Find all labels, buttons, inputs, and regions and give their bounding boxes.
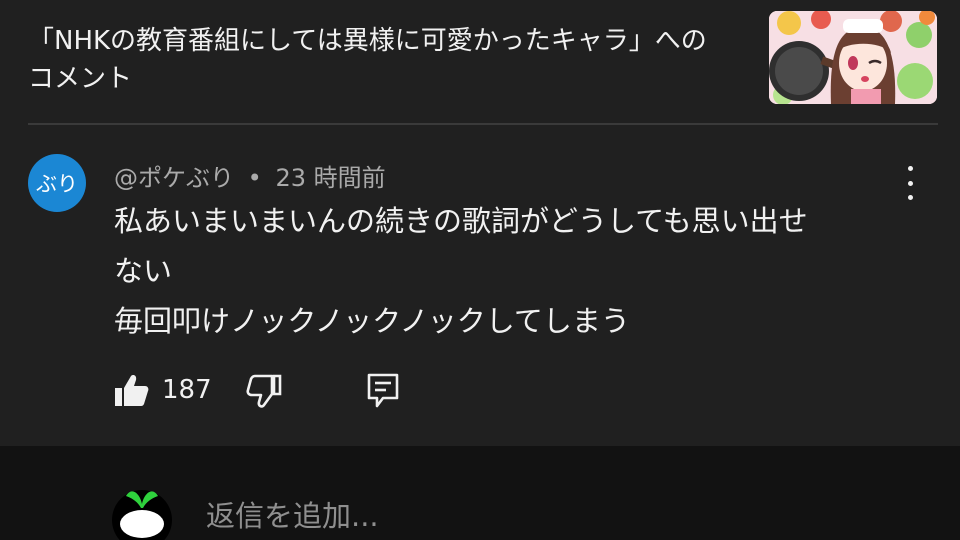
- comment-page: 「NHKの教育番組にしては異様に可愛かったキャラ」への コメント ぶり @ポケぶ…: [0, 0, 960, 540]
- radish-avatar-icon: [112, 490, 172, 540]
- comment-actions: 187: [0, 366, 960, 416]
- avatar-text: ぶり: [36, 172, 78, 196]
- title-line-1: 「NHKの教育番組にしては異様に可愛かったキャラ」への: [28, 26, 707, 56]
- comment-author[interactable]: @ポケぶり: [114, 164, 234, 192]
- thumbs-down-icon: [246, 374, 282, 408]
- anime-girl-cooking-thumbnail-icon: [769, 11, 937, 104]
- like-button[interactable]: [114, 372, 150, 408]
- reply-bar: 返信を追加...: [0, 446, 960, 540]
- video-thumbnail[interactable]: [769, 11, 937, 104]
- title-line-2: コメント: [28, 64, 133, 94]
- reply-icon: [367, 373, 399, 408]
- more-vertical-icon-dot: [907, 195, 913, 200]
- reply-input[interactable]: 返信を追加...: [206, 496, 806, 536]
- reply-button[interactable]: [366, 372, 400, 410]
- meta-separator: •: [247, 164, 262, 192]
- like-count: 187: [162, 375, 212, 405]
- commenter-avatar[interactable]: ぶり: [28, 154, 86, 212]
- more-options-button[interactable]: [896, 166, 924, 200]
- thumbs-up-icon: [115, 375, 149, 406]
- comment-header: 「NHKの教育番組にしては異様に可愛かったキャラ」への コメント: [0, 0, 960, 125]
- more-vertical-icon-dot: [907, 180, 913, 186]
- header-divider: [28, 123, 938, 125]
- comment-line: ない: [114, 254, 173, 288]
- comment-time: 23 時間前: [275, 164, 386, 192]
- current-user-avatar[interactable]: [112, 486, 172, 540]
- page-title: 「NHKの教育番組にしては異様に可愛かったキャラ」への コメント: [28, 22, 748, 98]
- comment-meta: @ポケぶり • 23 時間前: [114, 158, 386, 193]
- comment-text: 私あいまいまいんの続きの歌詞がどうしても思い出せ ない 毎回叩けノックノックノッ…: [114, 196, 894, 346]
- more-vertical-icon: [907, 166, 913, 171]
- dislike-button[interactable]: [246, 374, 282, 410]
- comment-line: 毎回叩けノックノックノックしてしまう: [114, 304, 630, 338]
- comment-line: 私あいまいまいんの続きの歌詞がどうしても思い出せ: [114, 204, 808, 238]
